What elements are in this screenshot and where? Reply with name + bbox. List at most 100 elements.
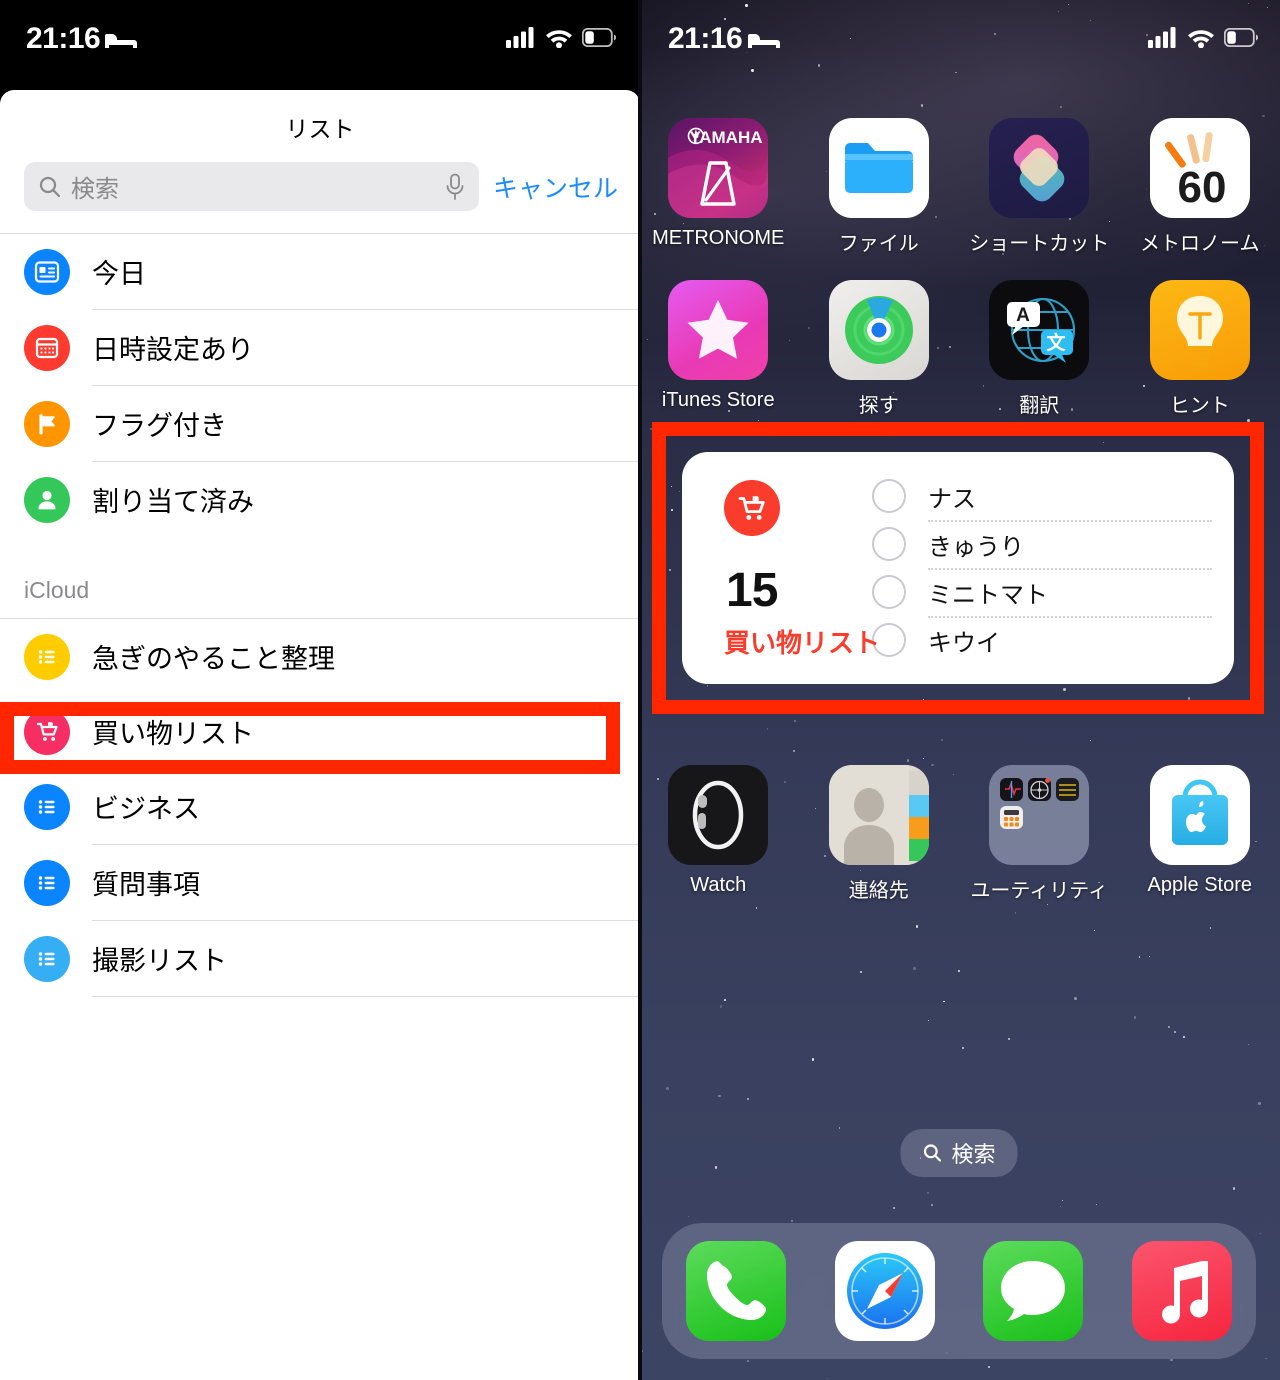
sidebar-item-questions[interactable]: 質問事項 bbox=[0, 845, 638, 920]
bed-icon bbox=[105, 28, 139, 57]
app-grid-row-1: YAMAHA METRONOME ファイル ショートカット 60 メトロノーム bbox=[638, 118, 1280, 256]
svg-text:YAMAHA: YAMAHA bbox=[690, 128, 763, 147]
app-label: METRONOME bbox=[652, 227, 785, 249]
list-bullet-icon bbox=[24, 783, 70, 830]
app-translate[interactable]: A 文 翻訳 bbox=[959, 280, 1120, 418]
app-label: ショートカット bbox=[969, 233, 1110, 255]
app-itunes-store[interactable]: iTunes Store bbox=[638, 280, 799, 418]
search-placeholder: 検索 bbox=[71, 176, 119, 203]
sidebar-item-flagged[interactable]: フラグ付き bbox=[0, 386, 638, 461]
sidebar-item-label: 撮影リスト bbox=[92, 946, 227, 976]
app-files[interactable]: ファイル bbox=[799, 118, 960, 256]
person-icon bbox=[24, 476, 70, 523]
widget-title: 買い物リスト bbox=[724, 628, 881, 658]
sidebar-item-urgent-todos[interactable]: 急ぎのやること整理 bbox=[0, 619, 638, 694]
widget-item-label: ナス bbox=[928, 485, 976, 513]
page-title: リスト bbox=[285, 116, 355, 142]
app-find-my[interactable]: 探す bbox=[799, 280, 960, 418]
search-icon bbox=[923, 1144, 942, 1162]
checkbox-circle-icon[interactable] bbox=[872, 479, 906, 513]
flag-icon bbox=[24, 400, 70, 447]
left-status-bar: 21:16 bbox=[0, 0, 638, 90]
app-tips[interactable]: ヒント bbox=[1120, 280, 1280, 418]
contacts-icon bbox=[828, 765, 929, 865]
app-watch[interactable]: Watch bbox=[638, 765, 799, 903]
divider bbox=[92, 996, 638, 997]
sidebar-item-scheduled[interactable]: 日時設定あり bbox=[0, 310, 638, 385]
section-header-icloud: iCloud bbox=[24, 577, 90, 603]
shortcuts-icon bbox=[989, 118, 1090, 218]
search-label: 検索 bbox=[951, 1142, 996, 1167]
folder-utilities[interactable]: ユーティリティ bbox=[959, 765, 1120, 903]
app-metronome-60[interactable]: 60 メトロノーム bbox=[1120, 118, 1280, 256]
messages-icon[interactable] bbox=[983, 1241, 1084, 1341]
status-time: 21:16 bbox=[668, 22, 743, 55]
app-label: メトロノーム bbox=[1140, 233, 1260, 255]
cancel-button[interactable]: キャンセル bbox=[493, 169, 620, 205]
app-apple-store[interactable]: Apple Store bbox=[1120, 765, 1280, 903]
app-contacts[interactable]: 連絡先 bbox=[799, 765, 960, 903]
app-label: ヒント bbox=[1169, 395, 1230, 417]
app-label: Apple Store bbox=[1147, 874, 1252, 896]
widget-item[interactable]: きゅうり bbox=[872, 522, 1212, 566]
watch-icon bbox=[668, 765, 769, 865]
app-label: 連絡先 bbox=[848, 880, 909, 902]
sidebar-item-assigned[interactable]: 割り当て済み bbox=[0, 462, 638, 537]
utilities-folder-icon bbox=[989, 765, 1090, 865]
yamaha-metronome-icon: YAMAHA bbox=[668, 118, 769, 218]
wifi-icon bbox=[1188, 29, 1214, 48]
sidebar-item-label: 今日 bbox=[92, 259, 146, 289]
app-label: ユーティリティ bbox=[970, 880, 1109, 902]
list-bullet-icon bbox=[24, 633, 70, 680]
svg-text:60: 60 bbox=[1177, 163, 1226, 212]
app-metronome-yamaha[interactable]: YAMAHA METRONOME bbox=[638, 118, 799, 256]
files-icon bbox=[828, 118, 929, 218]
widget-item[interactable]: ナス bbox=[872, 474, 1212, 518]
phone-icon[interactable] bbox=[686, 1241, 787, 1341]
status-indicators bbox=[1148, 26, 1258, 48]
widget-item[interactable]: ミニトマト bbox=[872, 570, 1212, 614]
app-shortcuts[interactable]: ショートカット bbox=[959, 118, 1120, 256]
app-label: 探す bbox=[858, 395, 899, 417]
sidebar-item-label: 急ぎのやること整理 bbox=[92, 644, 335, 674]
svg-text:文: 文 bbox=[1047, 331, 1067, 354]
app-label: ファイル bbox=[838, 233, 919, 255]
checkbox-circle-icon[interactable] bbox=[872, 527, 906, 561]
search-input[interactable]: 検索 bbox=[24, 162, 479, 211]
app-grid-row-2: iTunes Store 探す A 文 翻訳 ヒント bbox=[638, 280, 1280, 418]
status-time: 21:16 bbox=[26, 22, 101, 55]
microphone-icon[interactable] bbox=[445, 173, 465, 201]
lists-container: 今日 日時設定あり フラグ付き 割り当て済み iCloud 急ぎのやること整理 … bbox=[0, 233, 638, 997]
widget-item-label: ミニトマト bbox=[928, 581, 1048, 609]
battery-icon bbox=[582, 27, 616, 47]
cellular-signal-icon bbox=[506, 27, 534, 48]
widget-item-label: きゅうり bbox=[928, 533, 1024, 561]
music-icon[interactable] bbox=[1131, 1241, 1232, 1341]
dock bbox=[662, 1223, 1256, 1359]
list-bullet-icon bbox=[24, 935, 70, 982]
wifi-icon bbox=[546, 29, 572, 48]
itunes-store-icon bbox=[668, 280, 769, 380]
sidebar-item-today[interactable]: 今日 bbox=[0, 234, 638, 309]
sidebar-item-business[interactable]: ビジネス bbox=[0, 769, 638, 844]
shopping-list-widget[interactable]: 15 買い物リスト ナス きゅうり ミニトマト キウイ bbox=[682, 452, 1234, 684]
checkbox-circle-icon[interactable] bbox=[872, 575, 906, 609]
cellular-signal-icon bbox=[1148, 27, 1176, 48]
svg-text:A: A bbox=[1016, 305, 1030, 326]
translate-icon: A 文 bbox=[989, 280, 1090, 380]
list-bullet-icon bbox=[24, 859, 70, 906]
app-label: Watch bbox=[690, 874, 747, 896]
tips-icon bbox=[1149, 280, 1250, 380]
widget-count: 15 bbox=[726, 564, 778, 617]
widget-item[interactable]: キウイ bbox=[872, 618, 1212, 662]
shopping-cart-icon bbox=[24, 708, 70, 755]
home-search-button[interactable]: 検索 bbox=[900, 1129, 1018, 1177]
sidebar-item-label: フラグ付き bbox=[92, 411, 227, 441]
safari-icon[interactable] bbox=[834, 1241, 935, 1341]
sidebar-item-shooting-list[interactable]: 撮影リスト bbox=[0, 921, 638, 996]
bed-icon bbox=[748, 28, 782, 57]
sidebar-item-label: 割り当て済み bbox=[92, 487, 254, 517]
sidebar-item-shopping-list[interactable]: 買い物リスト bbox=[0, 694, 638, 769]
widget-item-label: キウイ bbox=[928, 629, 1000, 657]
search-icon bbox=[39, 176, 61, 197]
